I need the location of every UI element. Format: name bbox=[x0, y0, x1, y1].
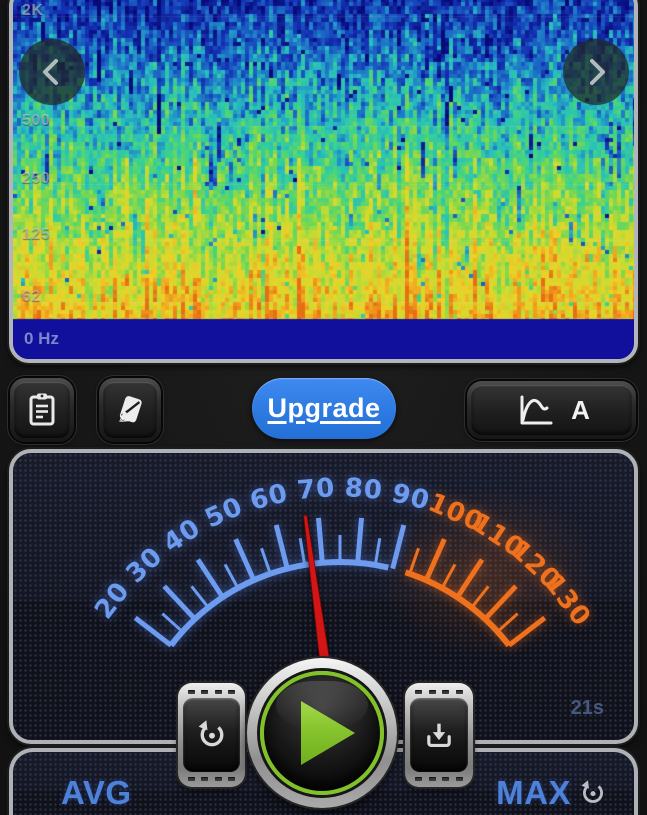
gauge-tick bbox=[498, 614, 518, 632]
gauge-tick bbox=[358, 518, 362, 563]
gauge-scale-label: 50 bbox=[201, 491, 248, 534]
freq-axis-label: 125 bbox=[22, 226, 50, 244]
gauge-tick bbox=[393, 525, 404, 569]
film-perforations bbox=[183, 687, 240, 696]
gauge-tick bbox=[457, 560, 482, 598]
reset-icon bbox=[195, 718, 229, 752]
freq-axis-zero-label: 0 Hz bbox=[24, 329, 59, 349]
download-icon bbox=[422, 718, 456, 752]
frequency-weighting-button[interactable]: A bbox=[467, 381, 636, 439]
skins-button[interactable] bbox=[99, 378, 161, 442]
spectrogram-canvas[interactable] bbox=[13, 0, 634, 359]
records-button-face bbox=[14, 382, 70, 438]
upgrade-button[interactable]: Upgrade bbox=[252, 378, 396, 439]
gauge-scale-label: 70 bbox=[296, 473, 337, 506]
decibel-meter-app: 2K 500 250 125 62 0 Hz bbox=[0, 0, 647, 815]
gauge-scale-label: 30 bbox=[121, 541, 169, 589]
elapsed-time-label: 21s bbox=[571, 697, 604, 720]
gauge-tick bbox=[164, 586, 195, 619]
skins-button-face bbox=[103, 382, 157, 438]
gauge-scale-label: 20 bbox=[89, 576, 136, 625]
curve-icon bbox=[513, 392, 557, 428]
gauge-needle bbox=[304, 515, 331, 665]
cards-icon bbox=[111, 391, 149, 429]
spectrogram-panel: 2K 500 250 125 62 0 Hz bbox=[9, 0, 638, 363]
next-view-button[interactable] bbox=[563, 39, 629, 105]
gauge-tick bbox=[192, 586, 209, 607]
gauge-tick bbox=[135, 618, 171, 645]
film-perforations bbox=[410, 774, 468, 783]
gauge-tick bbox=[300, 538, 305, 565]
clipboard-icon bbox=[25, 391, 59, 429]
gauge-scale-label: 60 bbox=[247, 478, 291, 517]
gauge-tick bbox=[509, 618, 545, 645]
reset-session-face bbox=[183, 698, 240, 772]
freq-axis-label: 62 bbox=[22, 288, 41, 306]
records-button[interactable] bbox=[10, 378, 74, 442]
gauge-tick bbox=[262, 548, 271, 574]
play-icon bbox=[299, 699, 357, 767]
film-perforations bbox=[183, 774, 240, 783]
play-button[interactable] bbox=[247, 658, 397, 808]
upgrade-button-label: Upgrade bbox=[267, 393, 380, 424]
film-perforations bbox=[410, 687, 468, 696]
gauge-tick bbox=[410, 548, 419, 574]
gauge-tick bbox=[442, 564, 455, 588]
gauge-blue-scale: 2030405060708090 bbox=[89, 473, 433, 645]
avg-label: AVG bbox=[61, 774, 132, 811]
gauge-tick bbox=[225, 564, 238, 588]
gauge-scale-label: 80 bbox=[344, 473, 385, 506]
gauge-tick bbox=[375, 538, 380, 565]
freq-axis-label: 250 bbox=[22, 170, 50, 188]
chevron-right-icon bbox=[581, 55, 611, 89]
save-recording-button[interactable] bbox=[405, 683, 473, 787]
gauge-tick bbox=[485, 586, 516, 619]
frequency-weighting-label: A bbox=[571, 395, 590, 426]
chevron-left-icon bbox=[37, 55, 67, 89]
gauge-tick bbox=[472, 586, 489, 607]
gauge-tick bbox=[319, 518, 323, 563]
gauge-tick bbox=[236, 539, 254, 580]
gauge-tick bbox=[276, 525, 287, 569]
freq-axis-label: 500 bbox=[22, 112, 50, 130]
max-label: MAX bbox=[496, 774, 571, 812]
max-reset-button[interactable] bbox=[578, 778, 608, 808]
play-button-face bbox=[260, 671, 384, 795]
gauge-tick bbox=[162, 614, 182, 632]
frequency-weighting-face: A bbox=[471, 385, 632, 435]
prev-view-button[interactable] bbox=[19, 39, 85, 105]
save-recording-face bbox=[410, 698, 468, 772]
gauge-tick bbox=[198, 560, 223, 598]
freq-axis-label: 2K bbox=[22, 2, 43, 20]
gauge-orange-scale: 100110120130 bbox=[406, 488, 597, 646]
gauge-tick bbox=[426, 539, 444, 580]
gauge-scale-label: 40 bbox=[158, 513, 206, 559]
reset-session-button[interactable] bbox=[178, 683, 245, 787]
